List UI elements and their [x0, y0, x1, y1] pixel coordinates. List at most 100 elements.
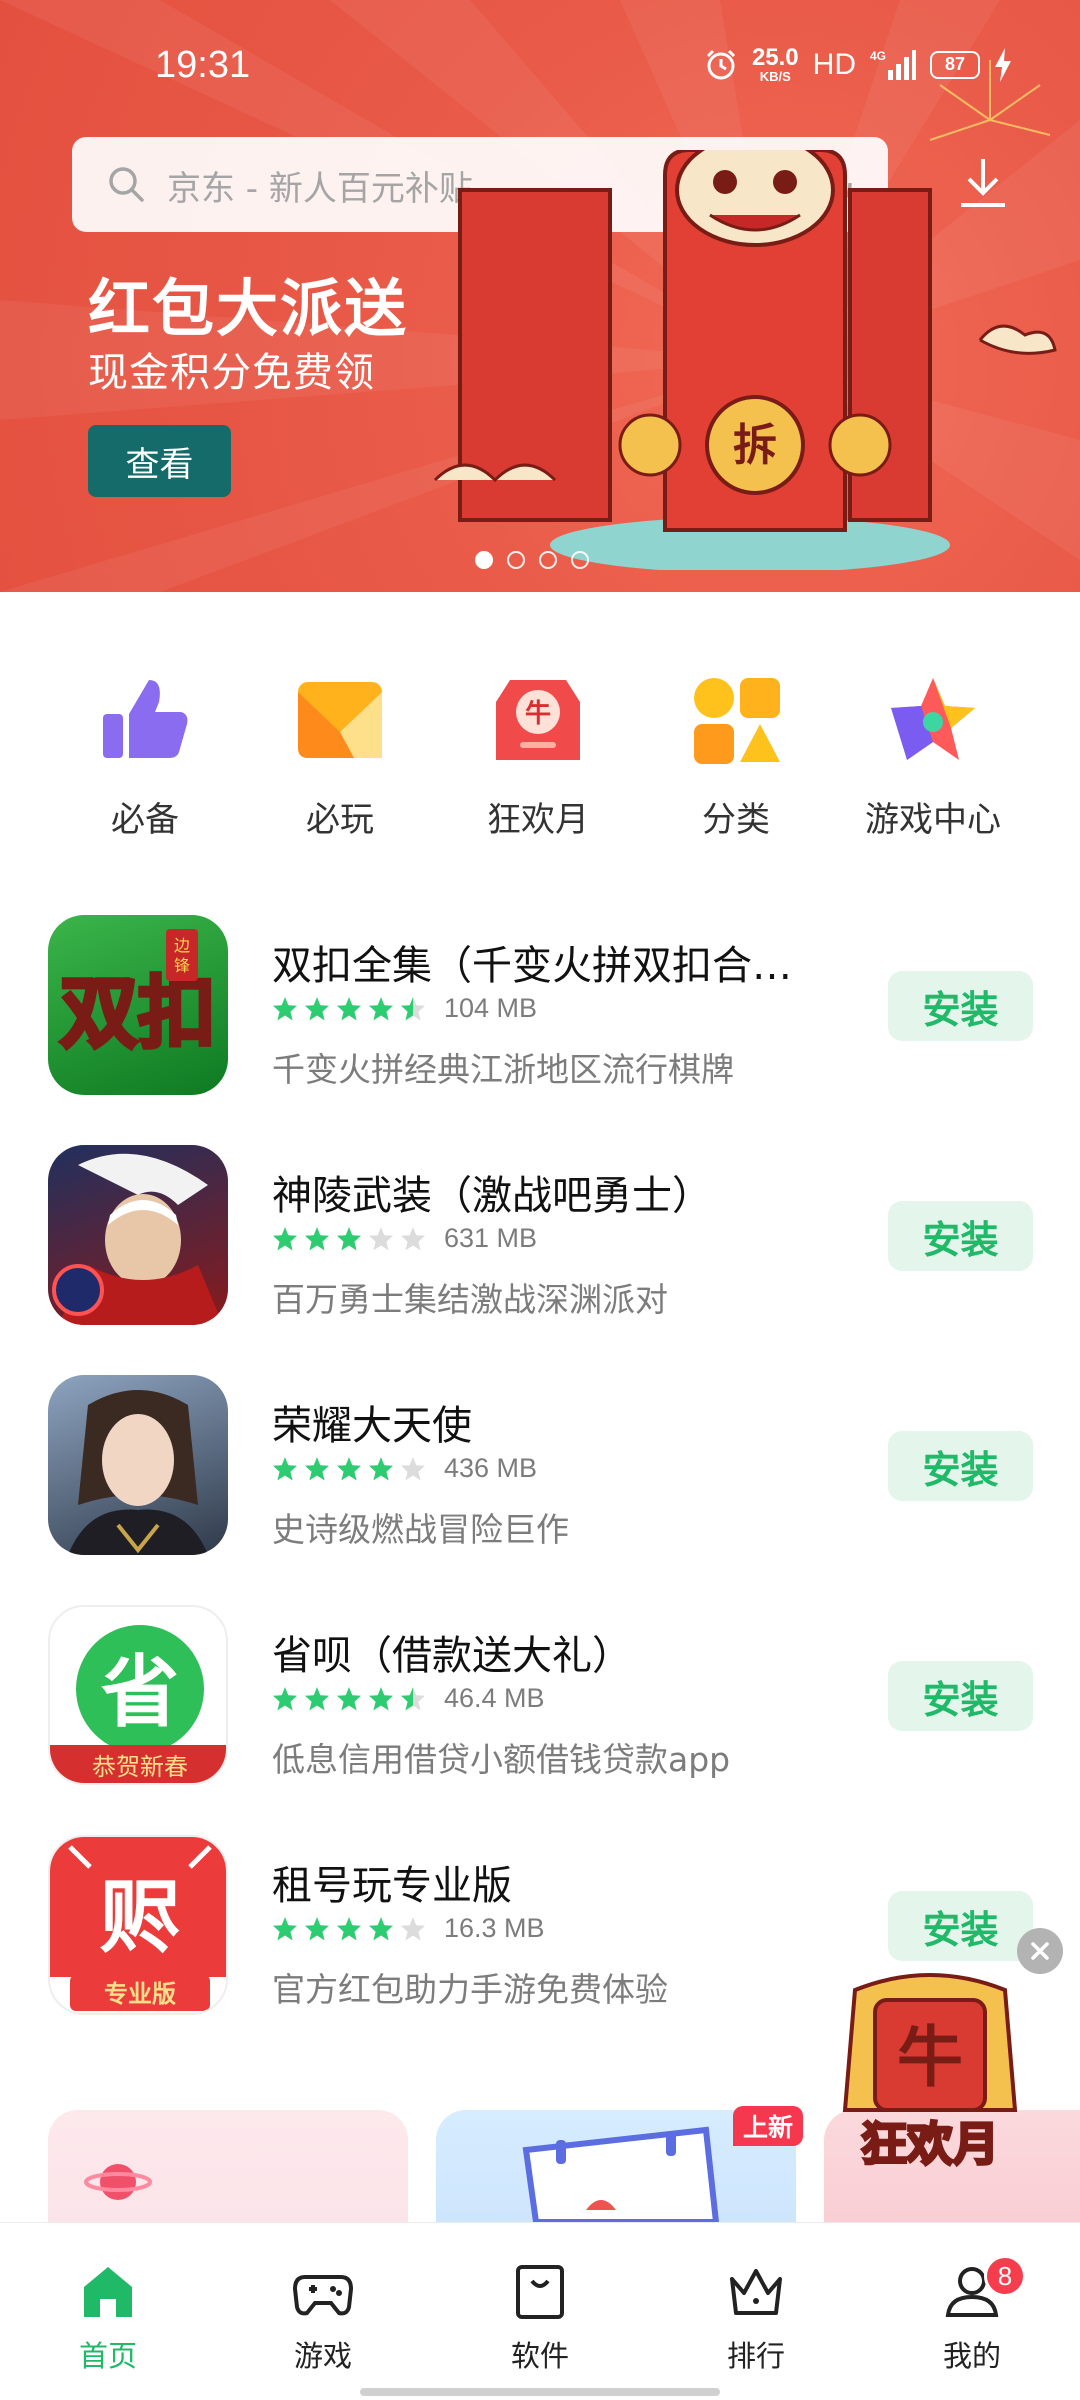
app-icon-zuhaowan: 赆 专业版 — [48, 1835, 228, 2015]
app-description: 千变火拼经典江浙地区流行棋牌 — [272, 1050, 734, 1089]
red-envelope-illustration: 拆 — [433, 150, 1057, 570]
category-icon — [694, 678, 780, 764]
rating-stars — [272, 1916, 426, 1942]
rating-stars — [272, 1686, 426, 1712]
svg-text:双扣: 双扣 — [60, 969, 216, 1059]
star-full-icon — [273, 1456, 297, 1480]
svg-text:赆: 赆 — [100, 1871, 180, 1964]
banner-title: 红包大派送 — [88, 272, 409, 345]
recommendation-card[interactable] — [48, 2110, 408, 2222]
app-name: 租号玩专业版 — [272, 1863, 512, 1909]
app-size: 104 MB — [444, 993, 538, 1023]
category-classification[interactable]: 分类 — [636, 672, 836, 841]
star-full-icon — [369, 996, 393, 1020]
app-icon-shuangkou: 双扣 边 锋 — [48, 915, 228, 1095]
category-carnival-month[interactable]: 牛 狂欢月 — [438, 672, 638, 841]
category-must-play[interactable]: 必玩 — [240, 672, 440, 841]
star-full-icon — [273, 1916, 297, 1940]
app-icon-rongyao — [48, 1375, 228, 1555]
star-full-icon — [305, 1686, 329, 1710]
app-name: 神陵武装（激战吧勇士） — [272, 1173, 712, 1219]
nav-ranking[interactable]: 排行 — [686, 2259, 826, 2375]
home-icon — [84, 2267, 132, 2317]
install-button[interactable]: 安装 — [888, 1891, 1033, 1961]
pagination-dot-active — [475, 551, 493, 569]
rating-stars — [272, 996, 426, 1022]
app-size: 46.4 MB — [444, 1683, 545, 1713]
svg-text:牛: 牛 — [897, 2019, 963, 2096]
star-empty-icon — [401, 1456, 425, 1480]
star-full-icon — [369, 1686, 393, 1710]
star-full-icon — [273, 996, 297, 1020]
status-bar: 19:31 25.0 KB/S HD 4G 87 — [0, 0, 1080, 130]
app-size: 436 MB — [444, 1453, 538, 1483]
list-item[interactable]: 神陵武装（激战吧勇士） 631 MB 百万勇士集结激战深渊派对 安装 — [0, 1145, 1080, 1345]
star-half-icon — [401, 996, 425, 1020]
star-full-icon — [273, 1686, 297, 1710]
svg-text:恭贺新春: 恭贺新春 — [92, 1753, 188, 1781]
install-button[interactable]: 安装 — [888, 1661, 1033, 1731]
app-icon-shenling — [48, 1145, 228, 1325]
star-empty-icon — [401, 1226, 425, 1250]
app-name: 省呗（借款送大礼） — [272, 1633, 632, 1679]
app-size: 16.3 MB — [444, 1913, 545, 1943]
star-full-icon — [305, 1226, 329, 1250]
bottom-navigation: 首页 游戏 软件 排行 我的 8 — [0, 2222, 1080, 2400]
app-description: 史诗级燃战冒险巨作 — [272, 1510, 569, 1549]
star-empty-icon — [401, 1916, 425, 1940]
close-icon[interactable] — [1017, 1928, 1063, 1974]
svg-text:4G: 4G — [870, 49, 886, 63]
svg-text:狂欢月: 狂欢月 — [861, 2117, 999, 2171]
app-description: 百万勇士集结激战深渊派对 — [272, 1280, 668, 1319]
banner-pagination — [475, 551, 589, 569]
red-envelope-icon: 牛 — [496, 680, 580, 760]
category-essentials[interactable]: 必备 — [45, 672, 245, 841]
rating-stars — [272, 1456, 426, 1482]
rating-stars — [272, 1226, 426, 1252]
star-empty-icon — [369, 1226, 393, 1250]
star-full-icon — [369, 1456, 393, 1480]
nav-software[interactable]: 软件 — [470, 2259, 610, 2375]
thumbs-up-icon — [103, 680, 188, 758]
install-button[interactable]: 安装 — [888, 1431, 1033, 1501]
alarm-icon — [706, 49, 735, 79]
svg-text:专业版: 专业版 — [104, 1980, 176, 2008]
star-half-icon — [401, 1686, 425, 1710]
category-row: 必备 必玩 牛 狂欢月 分类 游戏中心 — [0, 672, 1080, 840]
crown-icon — [730, 2269, 782, 2315]
install-button[interactable]: 安装 — [888, 971, 1033, 1041]
app-size: 631 MB — [444, 1223, 538, 1253]
nav-home[interactable]: 首页 — [38, 2259, 178, 2375]
star-full-icon — [337, 1916, 361, 1940]
star-full-icon — [273, 1226, 297, 1250]
list-item[interactable]: 省 恭贺新春 省呗（借款送大礼） 46.4 MB 低息信用借贷小额借钱贷款app… — [0, 1605, 1080, 1805]
nav-games[interactable]: 游戏 — [253, 2259, 393, 2375]
promo-banner[interactable]: 19:31 25.0 KB/S HD 4G 87 京东 - 新人百元补贴 红包大… — [0, 0, 1080, 592]
svg-text:省: 省 — [101, 1648, 179, 1738]
banner-subtitle: 现金积分免费领 — [88, 350, 375, 396]
app-meta: 46.4 MB — [272, 1683, 545, 1714]
category-game-center[interactable]: 游戏中心 — [833, 672, 1033, 841]
install-button[interactable]: 安装 — [888, 1201, 1033, 1271]
app-meta: 104 MB — [272, 993, 537, 1024]
star-full-icon — [369, 1916, 393, 1940]
pagination-dot — [539, 551, 557, 569]
nav-mine[interactable]: 我的 8 — [902, 2255, 1042, 2375]
star-full-icon — [337, 1686, 361, 1710]
banner-view-button[interactable]: 查看 — [88, 425, 231, 497]
battery-indicator: 87 — [930, 50, 980, 79]
hd-indicator: HD — [812, 47, 856, 81]
carnival-float-widget[interactable]: 牛 狂欢月 — [815, 1960, 1045, 2190]
app-description: 低息信用借贷小额借钱贷款app — [272, 1740, 731, 1779]
list-item[interactable]: 双扣 边 锋 双扣全集（千变火拼双扣合… 104 MB 千变火拼经典江浙地区流行… — [0, 915, 1080, 1115]
home-indicator[interactable] — [360, 2388, 720, 2396]
bag-icon — [516, 2265, 564, 2319]
planet-icon — [84, 2164, 152, 2200]
star-full-icon — [337, 1456, 361, 1480]
list-item[interactable]: 荣耀大天使 436 MB 史诗级燃战冒险巨作 安装 — [0, 1375, 1080, 1575]
notification-badge: 8 — [984, 2255, 1026, 2297]
status-icons: 25.0 KB/S HD 4G 87 — [704, 46, 1012, 83]
svg-text:边: 边 — [174, 936, 190, 955]
app-meta: 436 MB — [272, 1453, 537, 1484]
svg-text:牛: 牛 — [525, 699, 551, 729]
